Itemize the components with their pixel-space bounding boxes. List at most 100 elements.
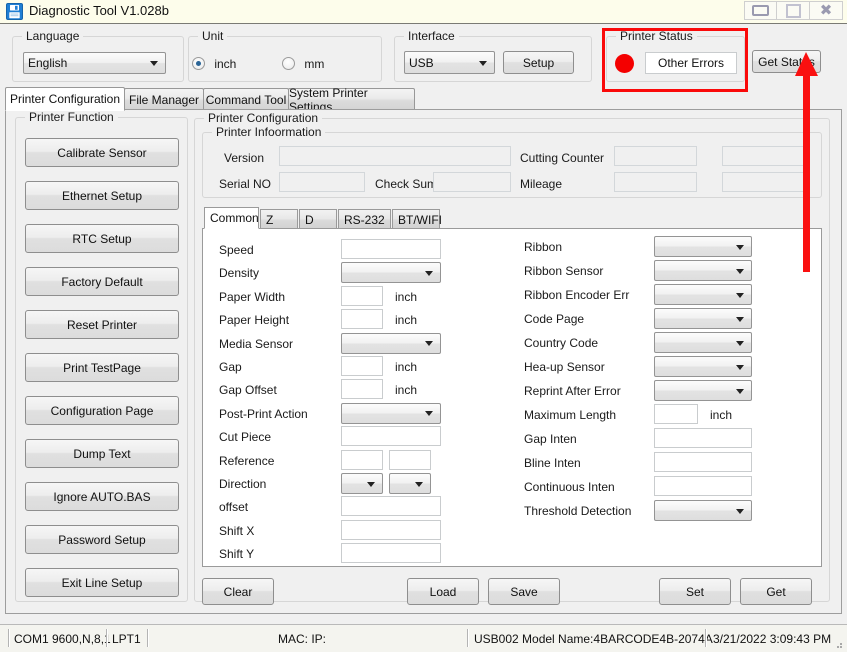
inner-tab-label: BT/WIFI [398,212,442,227]
chevron-down-icon [425,411,433,417]
inner-tab-common[interactable]: Common [204,207,259,229]
status-bar: COM1 9600,N,8,1 LPT1 MAC: IP: USB002 Mod… [0,624,847,652]
field-select-media-sensor[interactable] [341,332,441,354]
cutting-counter-field[interactable] [614,146,697,166]
field-select-threshold-detection[interactable] [654,500,752,521]
maximize-button[interactable] [777,1,810,20]
field-select-density[interactable] [341,262,441,284]
field-input-cut-piece[interactable] [341,426,441,447]
printer-function-ignore-auto-bas-button[interactable]: Ignore AUTO.BAS [25,482,179,511]
field-label-threshold-detection: Threshold Detection [524,504,632,518]
interface-value: USB [409,55,434,70]
printer-function-ethernet-setup-button[interactable]: Ethernet Setup [25,181,179,210]
unit-radio-inch[interactable]: inch [192,56,236,71]
radio-mm-icon [282,57,295,71]
field-select-reprint-after-error[interactable] [654,380,752,401]
field-input-reference-2[interactable] [389,449,431,470]
field-select-ribbon[interactable] [654,236,752,257]
inner-tab-z[interactable]: Z [260,209,298,229]
chevron-down-icon [736,508,744,514]
field-input-paper-width[interactable] [341,285,383,306]
status-lpt-port: LPT1 [112,631,141,646]
chevron-down-icon [425,270,433,276]
save-button[interactable]: Save [488,578,560,605]
inner-tab-label: Z [266,212,274,227]
field-input-shift-x[interactable] [341,519,441,540]
printer-configuration-panel: Printer Function Calibrate Sensor Etherne… [5,109,842,614]
check-sum-field[interactable] [433,172,511,192]
tab-command-tool[interactable]: Command Tool [203,88,289,110]
printer-function-configuration-page-button[interactable]: Configuration Page [25,396,179,425]
printer-function-dump-text-button[interactable]: Dump Text [25,439,179,468]
mileage-field[interactable] [614,172,697,192]
inner-tab-d[interactable]: D [299,209,337,229]
unit-radio-mm[interactable]: mm [282,56,324,71]
field-label-post-print-action: Post-Print Action [219,406,308,421]
field-select-ribbon-encoder-err[interactable] [654,284,752,305]
field-input-paper-height[interactable] [341,309,383,330]
interface-setup-button[interactable]: Setup [503,51,574,74]
set-button[interactable]: Set [659,578,731,605]
chevron-down-icon [736,388,744,394]
load-button[interactable]: Load [407,578,479,605]
inner-tab-rs-232[interactable]: RS-232 [338,209,391,229]
field-select-country-code[interactable] [654,332,752,353]
field-select-code-page[interactable] [654,308,752,329]
field-select-direction-1[interactable] [341,473,383,494]
printer-function-rtc-setup-button[interactable]: RTC Setup [25,224,179,253]
cutting-counter-field-2[interactable] [722,146,805,166]
chevron-down-icon [736,316,744,322]
field-input-gap[interactable] [341,356,383,376]
field-label-gap-inten: Gap Inten [524,432,577,446]
field-input-gap-inten[interactable] [654,428,752,448]
field-label-paper-width: Paper Width [219,289,286,304]
status-mac-ip: MAC: IP: [278,631,327,646]
get-button[interactable]: Get [740,578,812,605]
field-input-gap-offset[interactable] [341,379,383,400]
tab-label: Printer Configuration [9,92,121,106]
tab-system-printer-settings[interactable]: System Printer Settings [288,86,415,114]
status-model: USB002 Model Name:4BARCODE4B-2074A [474,631,713,646]
field-input-maximum-length[interactable] [654,404,698,424]
resize-grip-icon[interactable] [830,637,844,649]
field-unit-paper-width: inch [395,289,418,304]
field-select-ribbon-sensor[interactable] [654,260,752,281]
inner-tab-bt-wifi[interactable]: BT/WIFI [392,209,442,229]
get-status-button[interactable]: Get Status [752,50,821,73]
field-input-offset[interactable] [341,496,441,517]
printer-function-reset-printer-button[interactable]: Reset Printer [25,310,179,339]
printer-function-password-setup-button[interactable]: Password Setup [25,525,179,554]
field-unit-gap: inch [395,360,418,374]
chevron-down-icon [415,481,423,487]
tab-printer-configuration[interactable]: Printer Configuration [5,87,125,111]
chevron-down-icon [367,481,375,487]
diagnostic-tool-window: Diagnostic Tool V1.028b ✖ Language Engli… [0,0,847,652]
field-input-bline-inten[interactable] [654,452,752,472]
printer-function-factory-default-button[interactable]: Factory Default [25,267,179,296]
interface-select[interactable]: USB [404,51,495,74]
field-label-hea-up-sensor: Hea-up Sensor [524,360,605,374]
mileage-field-2[interactable] [722,172,805,192]
field-select-direction-2[interactable] [389,473,431,494]
printer-function-exit-line-setup-button[interactable]: Exit Line Setup [25,568,179,597]
field-select-post-print-action[interactable] [341,402,441,424]
field-select-hea-up-sensor[interactable] [654,356,752,377]
printer-function-calibrate-sensor-button[interactable]: Calibrate Sensor [25,138,179,167]
field-input-speed[interactable] [341,239,441,259]
language-select[interactable]: English [23,52,166,74]
close-button[interactable]: ✖ [810,1,843,20]
minimize-button[interactable] [744,1,777,20]
field-input-shift-y[interactable] [341,543,441,564]
printer-function-print-testpage-button[interactable]: Print TestPage [25,353,179,382]
tab-label: Command Tool [205,92,287,107]
version-field[interactable] [279,146,511,166]
clear-button[interactable]: Clear [202,578,274,605]
title-bar: Diagnostic Tool V1.028b ✖ [0,0,847,24]
field-input-continuous-inten[interactable] [654,476,752,496]
interface-legend: Interface [404,29,459,43]
field-input-reference-1[interactable] [341,449,383,470]
serial-no-field[interactable] [279,172,365,192]
tab-file-manager[interactable]: File Manager [124,88,204,110]
close-icon: ✖ [819,2,833,19]
inner-tab-label: Common [210,211,259,225]
